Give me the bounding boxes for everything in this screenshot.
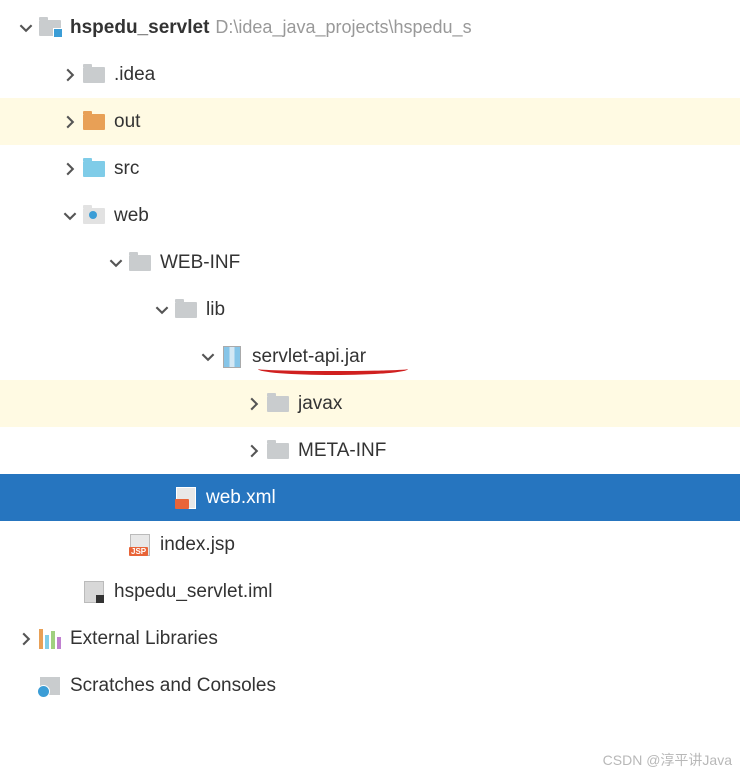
watermark: CSDN @淳平讲Java	[603, 750, 732, 770]
tree-item-servletapi[interactable]: servlet-api.jar	[0, 333, 740, 380]
libraries-icon	[38, 627, 62, 651]
chevron-down-icon[interactable]	[104, 256, 128, 270]
chevron-right-icon[interactable]	[242, 397, 266, 411]
item-label: lib	[206, 299, 225, 321]
item-label: META-INF	[298, 440, 386, 462]
tree-item-iml[interactable]: hspedu_servlet.iml	[0, 568, 740, 615]
item-label: Scratches and Consoles	[70, 675, 276, 697]
item-label: out	[114, 111, 140, 133]
tree-item-javax[interactable]: javax	[0, 380, 740, 427]
folder-icon	[82, 63, 106, 87]
folder-source-icon	[82, 157, 106, 181]
tree-item-src[interactable]: src	[0, 145, 740, 192]
tree-item-external-libraries[interactable]: External Libraries	[0, 615, 740, 662]
root-name: hspedu_servlet	[70, 17, 209, 39]
folder-icon	[266, 392, 290, 416]
folder-icon	[174, 298, 198, 322]
folder-web-icon	[82, 204, 106, 228]
root-path: D:\idea_java_projects\hspedu_s	[215, 17, 471, 38]
item-label: hspedu_servlet.iml	[114, 581, 272, 603]
jsp-file-icon	[128, 533, 152, 557]
tree-item-root[interactable]: hspedu_servlet D:\idea_java_projects\hsp…	[0, 4, 740, 51]
chevron-right-icon[interactable]	[58, 115, 82, 129]
tree-item-indexjsp[interactable]: index.jsp	[0, 521, 740, 568]
item-label: External Libraries	[70, 628, 218, 650]
chevron-down-icon[interactable]	[58, 209, 82, 223]
item-label: javax	[298, 393, 342, 415]
tree-item-web[interactable]: web	[0, 192, 740, 239]
tree-item-webinf[interactable]: WEB-INF	[0, 239, 740, 286]
folder-icon	[266, 439, 290, 463]
annotation-underline	[258, 369, 408, 375]
chevron-right-icon[interactable]	[242, 444, 266, 458]
chevron-right-icon[interactable]	[58, 68, 82, 82]
tree-item-scratches[interactable]: Scratches and Consoles	[0, 662, 740, 709]
item-label: web.xml	[206, 487, 276, 509]
item-label: web	[114, 205, 149, 227]
item-label: src	[114, 158, 139, 180]
item-label: index.jsp	[160, 534, 235, 556]
item-label: servlet-api.jar	[252, 346, 366, 368]
chevron-right-icon[interactable]	[14, 632, 38, 646]
tree-item-metainf[interactable]: META-INF	[0, 427, 740, 474]
jar-icon	[220, 345, 244, 369]
folder-icon	[128, 251, 152, 275]
tree-item-out[interactable]: out	[0, 98, 740, 145]
iml-file-icon	[82, 580, 106, 604]
tree-item-idea[interactable]: .idea	[0, 51, 740, 98]
tree-item-lib[interactable]: lib	[0, 286, 740, 333]
xml-file-icon	[174, 486, 198, 510]
chevron-down-icon[interactable]	[196, 350, 220, 364]
scratches-icon	[38, 674, 62, 698]
project-tree: hspedu_servlet D:\idea_java_projects\hsp…	[0, 0, 740, 709]
tree-item-webxml[interactable]: web.xml	[0, 474, 740, 521]
module-folder-icon	[38, 16, 62, 40]
chevron-down-icon[interactable]	[150, 303, 174, 317]
chevron-right-icon[interactable]	[58, 162, 82, 176]
item-label: .idea	[114, 64, 155, 86]
item-label: WEB-INF	[160, 252, 240, 274]
chevron-down-icon[interactable]	[14, 21, 38, 35]
folder-excluded-icon	[82, 110, 106, 134]
